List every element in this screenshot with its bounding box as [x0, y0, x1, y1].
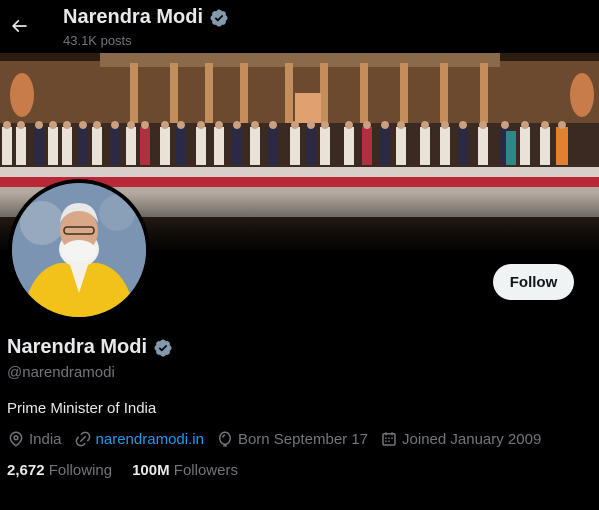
profile-avatar[interactable] [8, 179, 150, 321]
website-item: narendramodi.in [74, 430, 204, 448]
follow-button[interactable]: Follow [493, 264, 574, 300]
profile-name: Narendra Modi [7, 336, 148, 358]
location-pin-icon [9, 431, 23, 447]
profile-handle: @narendramodi [7, 364, 115, 381]
profile-name-row: Narendra Modi [7, 336, 173, 359]
verified-badge-icon[interactable] [153, 338, 173, 358]
following-label: Following [48, 462, 113, 479]
followers-label: Followers [173, 462, 238, 479]
header-name: Narendra Modi [63, 6, 204, 28]
link-icon [75, 431, 90, 447]
post-count: 43.1K posts [63, 33, 132, 48]
following-count: 2,672 [7, 462, 45, 479]
birthday-item: Born September 17 [216, 430, 368, 448]
joined-item: Joined January 2009 [380, 430, 541, 448]
location-item: India [7, 430, 62, 448]
following-link[interactable]: 2,672 Following [7, 462, 112, 479]
calendar-icon [382, 432, 396, 446]
back-button[interactable] [6, 11, 32, 41]
website-link[interactable]: narendramodi.in [96, 431, 204, 448]
followers-link[interactable]: 100M Followers [132, 462, 238, 479]
follow-stats: 2,672 Following 100M Followers [7, 462, 258, 479]
balloon-icon [218, 431, 231, 447]
birthday-text: Born September 17 [237, 430, 369, 448]
profile-header-bar: Narendra Modi 43.1K posts [0, 0, 599, 53]
profile-meta: India narendramodi.in Born September 17 … [7, 430, 553, 448]
location-text: India [29, 430, 62, 448]
header-title: Narendra Modi [63, 6, 229, 29]
joined-text: Joined January 2009 [402, 430, 542, 448]
followers-count: 100M [132, 462, 170, 479]
arrow-left-icon [11, 19, 27, 33]
profile-bio: Prime Minister of India [7, 400, 157, 417]
avatar-photo [12, 183, 146, 317]
verified-badge-icon [210, 8, 228, 27]
